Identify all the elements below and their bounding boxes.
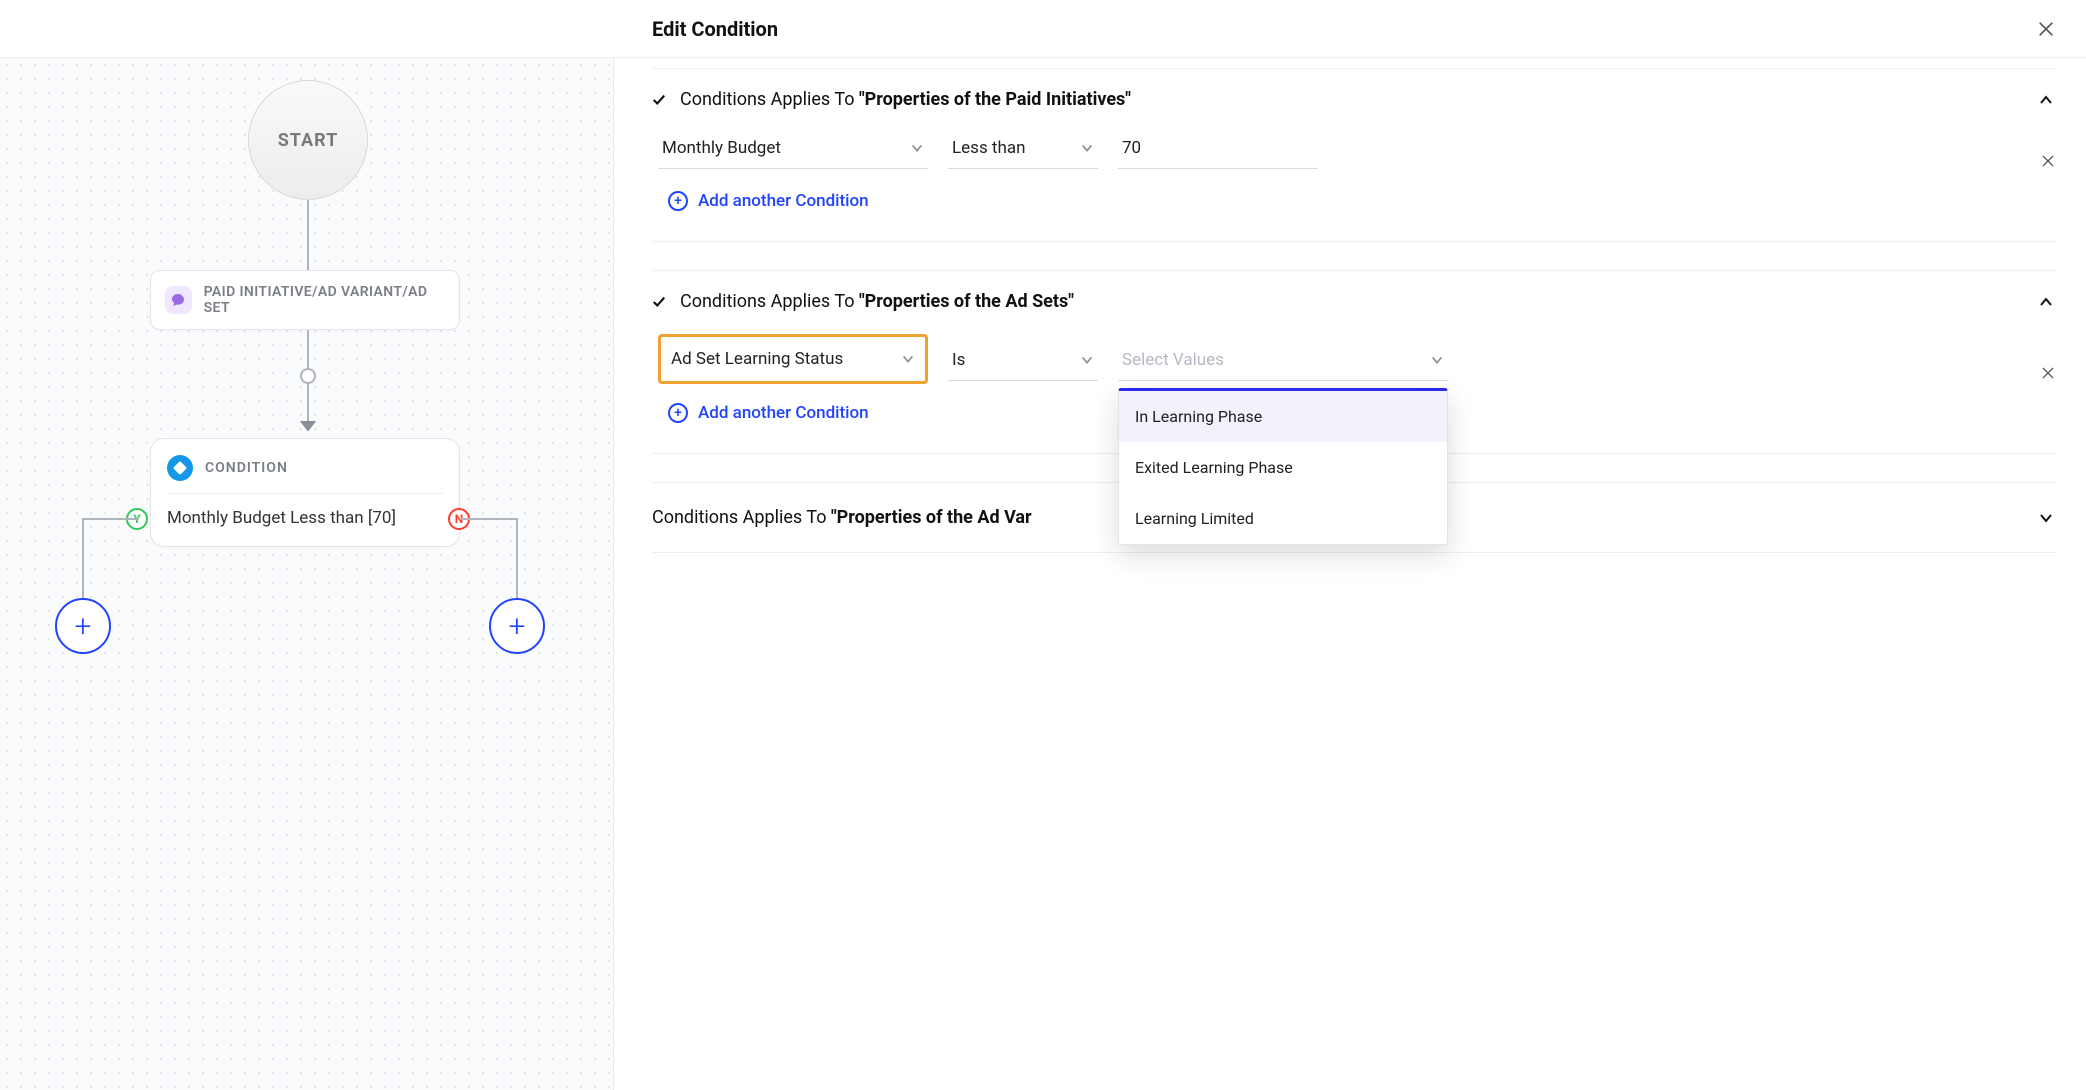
- section-ad-sets: Conditions Applies To "Properties of the…: [652, 270, 2056, 454]
- section-title: Conditions Applies To "Properties of the…: [680, 89, 2038, 110]
- connector: [307, 200, 309, 270]
- section-toggle[interactable]: Conditions Applies To "Properties of the…: [652, 69, 2056, 128]
- chevron-up-icon: [2038, 92, 2056, 108]
- start-node[interactable]: START: [248, 80, 368, 200]
- operator-select[interactable]: Less than: [948, 132, 1098, 169]
- condition-node-summary: Monthly Budget Less than [70]: [167, 494, 443, 528]
- value-select[interactable]: Select Values In Learning Phase Exited L…: [1118, 344, 1448, 381]
- condition-row: Monthly Budget Less than 70: [652, 132, 2056, 169]
- dropdown-option[interactable]: In Learning Phase: [1119, 391, 1447, 442]
- attribute-select[interactable]: Monthly Budget: [658, 132, 928, 169]
- add-condition-button[interactable]: + Add another Condition: [652, 169, 2056, 217]
- add-condition-label: Add another Condition: [698, 191, 869, 211]
- add-node-yes-button[interactable]: +: [55, 598, 111, 654]
- condition-node-title: CONDITION: [205, 460, 288, 476]
- condition-row: Ad Set Learning Status Is Select Values …: [652, 334, 2056, 381]
- chevron-down-icon: [1430, 353, 1444, 367]
- value-text: 70: [1122, 138, 1141, 158]
- plus-icon: +: [509, 609, 526, 644]
- chat-bubble-icon: [165, 286, 192, 314]
- connector: [516, 518, 518, 598]
- edit-condition-panel: Conditions Applies To "Properties of the…: [614, 58, 2086, 1090]
- chevron-down-icon: [910, 141, 924, 155]
- arrow-down-icon: [300, 420, 316, 432]
- chevron-up-icon: [2038, 294, 2056, 310]
- operator-value: Less than: [952, 138, 1026, 158]
- plus-circle-icon: +: [668, 403, 688, 423]
- remove-condition-button[interactable]: [2040, 153, 2056, 169]
- close-icon: [2036, 19, 2056, 39]
- diamond-icon: [167, 455, 193, 481]
- value-placeholder: Select Values: [1122, 350, 1224, 370]
- condition-node[interactable]: CONDITION Monthly Budget Less than [70]: [150, 438, 460, 547]
- operator-value: Is: [952, 350, 965, 370]
- chevron-down-icon: [901, 352, 915, 366]
- operator-select[interactable]: Is: [948, 344, 1098, 381]
- chevron-down-icon: [1080, 353, 1094, 367]
- attribute-value: Monthly Budget: [662, 138, 781, 158]
- top-bar: Edit Condition: [0, 0, 2086, 58]
- section-title: Conditions Applies To "Properties of the…: [680, 291, 2038, 312]
- add-node-no-button[interactable]: +: [489, 598, 545, 654]
- close-panel-button[interactable]: [2036, 19, 2056, 39]
- value-dropdown: In Learning Phase Exited Learning Phase …: [1118, 388, 1448, 545]
- plus-circle-icon: +: [668, 191, 688, 211]
- connector: [82, 518, 137, 520]
- remove-condition-button[interactable]: [2040, 365, 2056, 381]
- section-paid-initiatives: Conditions Applies To "Properties of the…: [652, 68, 2056, 242]
- flow-canvas[interactable]: START PAID INITIATIVE/AD VARIANT/AD SET …: [0, 58, 614, 1090]
- dropdown-option[interactable]: Learning Limited: [1119, 493, 1447, 544]
- section-toggle[interactable]: Conditions Applies To "Properties of the…: [652, 271, 2056, 330]
- paid-initiative-node-label: PAID INITIATIVE/AD VARIANT/AD SET: [204, 284, 445, 316]
- add-condition-label: Add another Condition: [698, 403, 869, 423]
- plus-icon: +: [75, 609, 92, 644]
- attribute-select[interactable]: Ad Set Learning Status: [658, 334, 928, 384]
- value-input[interactable]: 70: [1118, 132, 1318, 169]
- chevron-down-icon: [2038, 510, 2056, 526]
- chevron-down-icon: [1080, 141, 1094, 155]
- check-icon: [652, 93, 670, 107]
- attribute-value: Ad Set Learning Status: [671, 349, 843, 369]
- dropdown-option[interactable]: Exited Learning Phase: [1119, 442, 1447, 493]
- connector: [461, 518, 516, 520]
- connector-dot[interactable]: [300, 368, 316, 384]
- start-node-label: START: [278, 130, 339, 151]
- panel-title: Edit Condition: [652, 17, 778, 41]
- check-icon: [652, 295, 670, 309]
- connector: [82, 518, 84, 598]
- paid-initiative-node[interactable]: PAID INITIATIVE/AD VARIANT/AD SET: [150, 270, 460, 330]
